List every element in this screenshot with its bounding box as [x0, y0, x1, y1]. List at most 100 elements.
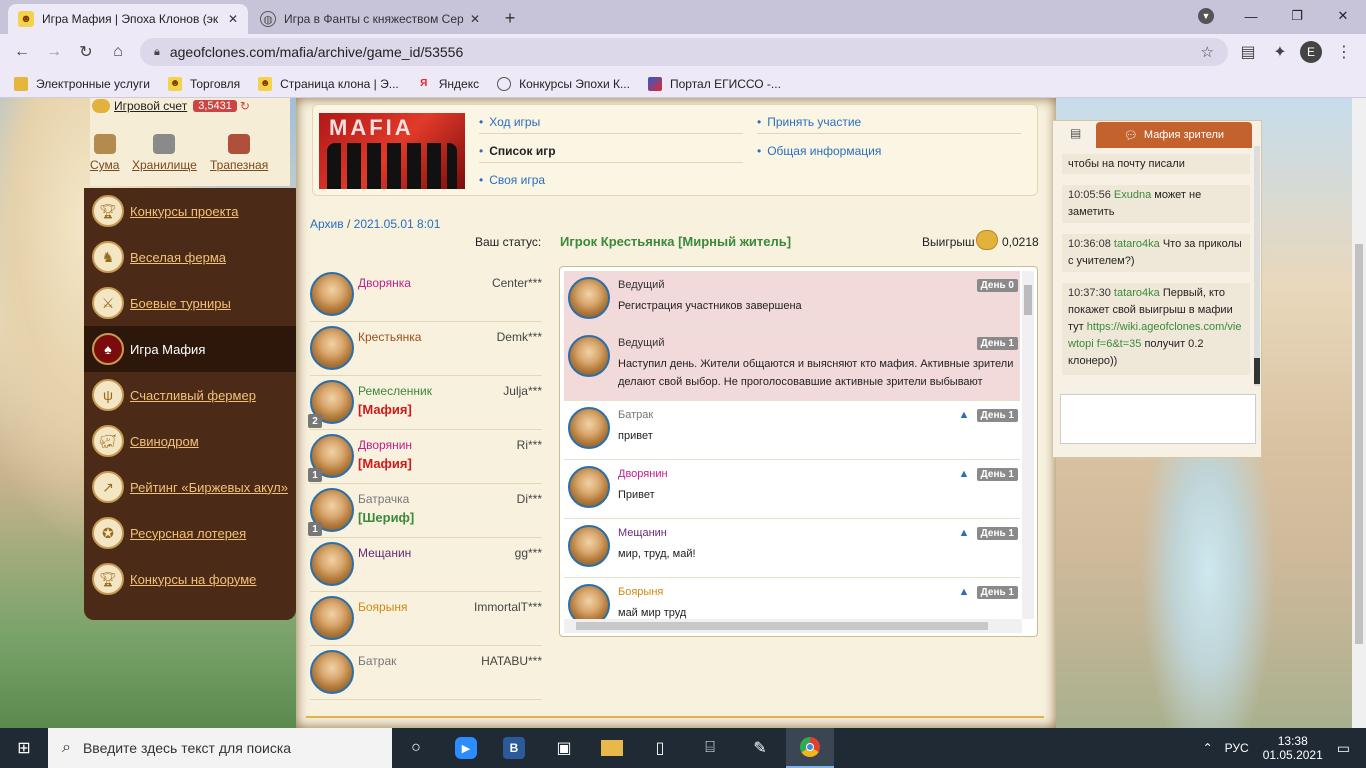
day-badge: День 0 [976, 279, 1018, 292]
spectator-chat-input[interactable] [1060, 394, 1256, 444]
quicklink-bag[interactable]: Сума [90, 134, 119, 172]
folder-icon [14, 76, 28, 91]
bullet-icon: • [479, 144, 484, 158]
bookmark-item[interactable]: ☻ Торговля [167, 76, 240, 91]
player-avatar [310, 326, 354, 370]
file-explorer-icon[interactable] [588, 728, 636, 768]
home-icon[interactable]: ⌂ [108, 42, 128, 62]
paint-icon[interactable]: ✎ [736, 728, 784, 768]
tab-fanty-game[interactable]: ◍ Игра в Фанты с княжеством Сер ✕ [250, 4, 490, 34]
player-avatar [310, 542, 354, 586]
store-icon[interactable]: ▣ [540, 728, 588, 768]
sidebar-item-contests[interactable]: 🏆︎ Конкурсы проекта [84, 188, 296, 234]
player-nick: Center*** [491, 276, 542, 290]
quicklink-storage[interactable]: Хранилище [132, 134, 197, 172]
scroll-thumb[interactable] [1024, 285, 1032, 315]
spectator-message: 10:05:56 Exudna может не заметить [1062, 185, 1250, 223]
report-warning-icon[interactable]: ▲ [958, 527, 970, 539]
address-bar[interactable]: 🔒︎ ageofclones.com/mafia/archive/game_id… [140, 38, 1228, 66]
reload-icon[interactable]: ↻ [76, 42, 96, 62]
player-row: 1 Дворянин Ri*** [Мафия] [308, 430, 542, 484]
page-scrollbar[interactable] [1352, 98, 1366, 728]
page-area: Игровой счет 3,5431 ↻ Сума Хранилище Тра… [0, 98, 1366, 728]
zoom-icon[interactable]: ▶ [442, 728, 490, 768]
breadcrumb-date[interactable]: 2021.05.01 8:01 [354, 217, 441, 231]
chevron-up-icon[interactable]: ⌃ [1203, 741, 1213, 755]
network-app-icon[interactable]: ⌸ [686, 728, 734, 768]
divider [306, 716, 1044, 718]
bookmark-item[interactable]: ☻ Страница клона | Э... [258, 76, 399, 91]
player-role: Крестьянка [358, 330, 422, 344]
close-icon[interactable]: ✕ [228, 12, 238, 26]
sidebar-item-mafia[interactable]: ♠ Игра Мафия [84, 326, 296, 372]
extensions-icon[interactable]: ✦ [1270, 42, 1290, 62]
egisso-icon [647, 76, 662, 91]
breadcrumb: Архив / 2021.05.01 8:01 [310, 217, 441, 231]
tab-search-icon[interactable]: ▼ [1186, 0, 1226, 32]
nav-link-game-progress[interactable]: • Ход игры [479, 115, 540, 129]
spectator-chat-scrollbar[interactable] [1254, 146, 1260, 386]
player-avatar [310, 272, 354, 316]
trophy-icon: 🏆︎ [92, 563, 124, 595]
maximize-button[interactable]: ❐ [1274, 0, 1320, 32]
quicklink-dining[interactable]: Трапезная [210, 134, 268, 172]
taskbar-search[interactable]: ⌕ Введите здесь текст для поиска [48, 728, 392, 768]
tab-mafia-spectators[interactable]: 💬︎ Мафия зрители [1096, 122, 1252, 148]
sidebar-item-tournaments[interactable]: ⚔ Боевые турниры [84, 280, 296, 326]
chat-vertical-scrollbar[interactable] [1022, 271, 1034, 619]
refresh-icon[interactable]: ↻ [240, 99, 250, 113]
sidebar-item-pig-race[interactable]: 🐖︎ Свинодром [84, 418, 296, 464]
sidebar-item-exchange-rating[interactable]: ↗ Рейтинг «Биржевых акул» [84, 464, 296, 510]
breadcrumb-archive[interactable]: Архив [310, 217, 344, 231]
vk-icon[interactable]: B [490, 728, 538, 768]
scroll-thumb[interactable] [1355, 244, 1363, 644]
window-close-button[interactable]: ✕ [1320, 0, 1366, 32]
scroll-thumb[interactable] [1254, 358, 1260, 384]
menu-dots-icon[interactable]: ⋮ [1334, 42, 1354, 62]
sidebar-item-forum-contests[interactable]: 🏆︎ Конкурсы на форуме [84, 556, 296, 602]
reading-list-icon[interactable]: ▤ [1238, 42, 1258, 62]
report-warning-icon[interactable]: ▲ [958, 409, 970, 421]
bookmark-item[interactable]: Я Яндекс [417, 77, 479, 91]
divider [479, 133, 743, 134]
bookmark-item[interactable]: Конкурсы Эпохи К... [497, 76, 630, 91]
sidebar-item-happy-farmer[interactable]: ψ Счастливый фермер [84, 372, 296, 418]
nav-link-own-game[interactable]: • Своя игра [479, 173, 545, 187]
nav-link-join[interactable]: • Принять участие [757, 115, 861, 129]
star-icon[interactable]: ☆ [1201, 43, 1214, 61]
player-row: Крестьянка Demk*** [310, 322, 542, 376]
profile-avatar[interactable]: E [1300, 41, 1322, 63]
minimize-button[interactable]: — [1228, 0, 1274, 32]
bookmark-item[interactable]: Портал ЕГИССО -... [647, 76, 781, 91]
bullet-icon: • [757, 144, 762, 158]
player-avatar [310, 650, 354, 694]
chat-list-icon[interactable]: ▤ [1070, 126, 1088, 142]
divider [757, 133, 1021, 134]
game-score[interactable]: Игровой счет 3,5431 ↻ [92, 98, 250, 114]
message-text: мир, труд, май! [618, 548, 696, 560]
day-badge: День 1 [976, 586, 1018, 599]
message-text: Регистрация участников завершена [618, 300, 802, 312]
sidebar-item-lottery[interactable]: ✪ Ресурсная лотерея [84, 510, 296, 556]
clock[interactable]: 13:38 01.05.2021 [1263, 734, 1323, 762]
notifications-icon[interactable]: ▭ [1337, 740, 1350, 757]
report-warning-icon[interactable]: ▲ [958, 468, 970, 480]
back-arrow-icon[interactable]: ← [12, 42, 32, 62]
tab-mafia-game[interactable]: ☻ Игра Мафия | Эпоха Клонов (эк ✕ [8, 4, 248, 34]
close-icon[interactable]: ✕ [470, 12, 480, 26]
nav-link-general-info[interactable]: • Общая информация [757, 144, 881, 158]
document-icon[interactable]: ▯ [636, 728, 684, 768]
bookmark-item[interactable]: Электронные услуги [14, 76, 150, 91]
new-tab-button[interactable]: + [498, 6, 522, 30]
speaker-avatar [568, 277, 610, 319]
chat-horizontal-scrollbar[interactable] [564, 619, 1022, 633]
chrome-icon[interactable] [786, 728, 834, 768]
scroll-thumb[interactable] [576, 622, 988, 630]
language-indicator[interactable]: РУС [1225, 741, 1249, 755]
task-view-icon[interactable]: ○ [392, 728, 440, 768]
sidebar-item-farm[interactable]: ♞ Веселая ферма [84, 234, 296, 280]
nav-link-game-list[interactable]: • Список игр [479, 144, 556, 158]
windows-start-icon[interactable]: ⊞ [0, 728, 48, 768]
forward-arrow-icon[interactable]: → [44, 42, 64, 62]
report-warning-icon[interactable]: ▲ [958, 586, 970, 598]
